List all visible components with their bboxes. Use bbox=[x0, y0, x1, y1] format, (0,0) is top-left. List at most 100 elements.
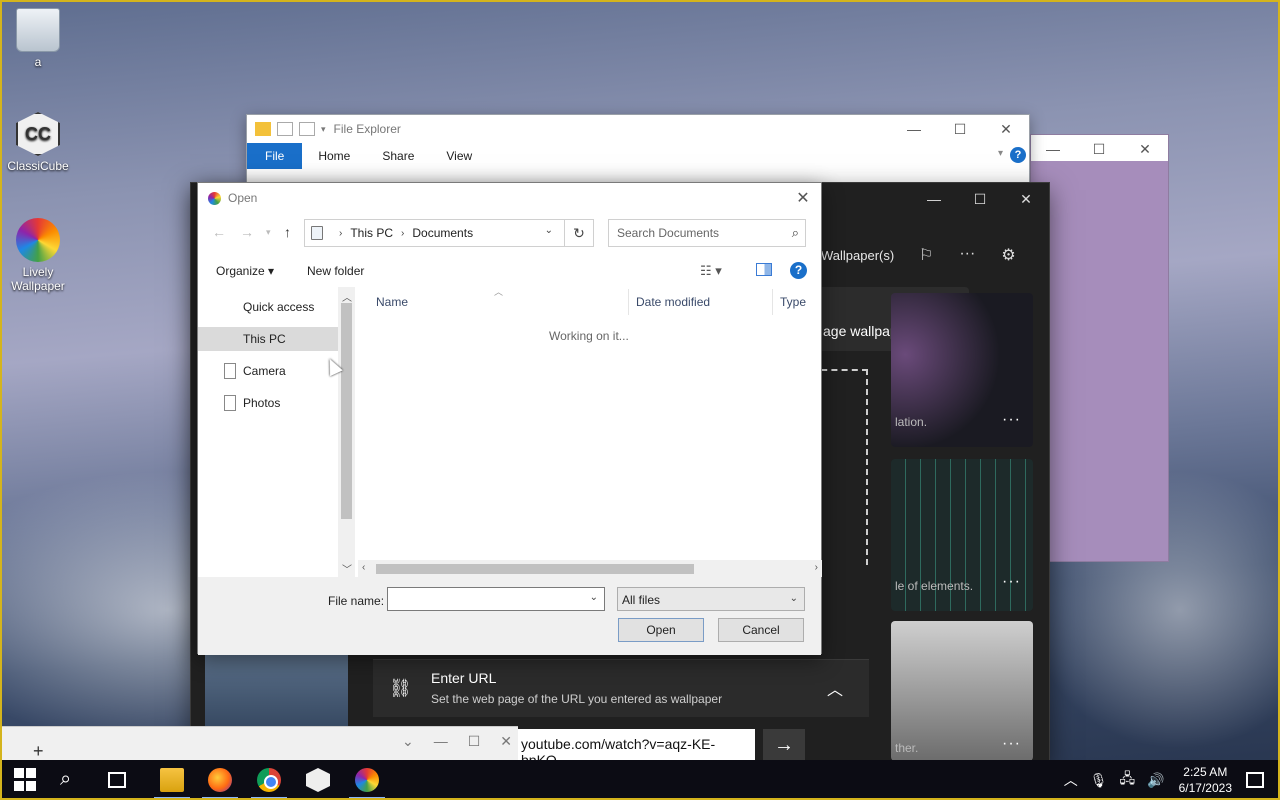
speaker-icon[interactable]: 🔊 bbox=[1147, 772, 1164, 789]
chevron-down-icon[interactable]: ⌄ bbox=[590, 592, 598, 603]
nav-item-photos[interactable]: Photos bbox=[198, 391, 338, 415]
close-icon[interactable]: ✕ bbox=[1122, 135, 1168, 163]
file-explorer-icon[interactable] bbox=[160, 768, 184, 792]
organize-button[interactable]: Organize ▾ bbox=[216, 264, 274, 278]
more-icon[interactable]: ··· bbox=[1002, 735, 1021, 753]
chevron-down-icon[interactable]: ⌄ bbox=[545, 225, 553, 236]
chevron-right-icon[interactable]: › bbox=[401, 228, 404, 239]
desktop-icon-lively-wallpaper[interactable]: Lively Wallpaper bbox=[2, 218, 74, 293]
refresh-button[interactable]: ↻ bbox=[564, 219, 594, 247]
clock[interactable]: 2:25 AM 6/17/2023 bbox=[1179, 764, 1232, 796]
new-folder-button[interactable]: New folder bbox=[307, 264, 364, 278]
file-name-input[interactable]: ⌄ bbox=[387, 587, 605, 611]
minimize-icon[interactable]: — bbox=[891, 115, 937, 143]
column-header-name[interactable]: Name bbox=[376, 295, 408, 309]
new-tab-button[interactable]: + bbox=[33, 741, 44, 762]
file-type-select[interactable]: All files ⌄ bbox=[617, 587, 805, 611]
new-folder-icon[interactable] bbox=[299, 122, 315, 136]
recent-chevron-icon[interactable]: ▾ bbox=[266, 227, 271, 238]
file-list[interactable]: ︿ Name Date modified Type Working on it.… bbox=[356, 287, 822, 577]
scroll-down-icon[interactable]: ﹀ bbox=[342, 561, 352, 576]
close-icon[interactable]: ✕ bbox=[983, 115, 1029, 143]
chevron-right-icon[interactable]: › bbox=[339, 228, 342, 239]
open-dialog[interactable]: Open ✕ ← → ▾ ↑ › This PC › Documents ⌄ ↻… bbox=[197, 182, 822, 655]
chevron-down-icon[interactable]: ⌄ bbox=[790, 593, 798, 604]
minimize-icon[interactable]: — bbox=[1030, 135, 1076, 163]
column-divider[interactable] bbox=[772, 289, 773, 315]
up-arrow-icon[interactable]: ↑ bbox=[284, 224, 291, 240]
tab-home[interactable]: Home bbox=[302, 143, 366, 169]
search-icon[interactable]: ⌕ bbox=[60, 768, 84, 792]
notifications-icon[interactable] bbox=[1246, 772, 1264, 788]
search-input[interactable]: Search Documents ⌕ bbox=[608, 219, 806, 247]
open-button[interactable]: Open bbox=[618, 618, 704, 642]
wallpaper-card[interactable]: ther. ··· bbox=[891, 621, 1033, 761]
scroll-up-icon[interactable]: ︿ bbox=[342, 289, 352, 304]
forward-arrow-icon[interactable]: → bbox=[240, 224, 254, 240]
classicube-icon[interactable] bbox=[306, 768, 330, 792]
scroll-right-icon[interactable]: › bbox=[815, 562, 818, 573]
breadcrumb-this-pc[interactable]: This PC bbox=[350, 226, 393, 240]
cancel-button[interactable]: Cancel bbox=[718, 618, 804, 642]
desktop-icon-recycle-bin[interactable]: a bbox=[2, 8, 74, 69]
scroll-left-icon[interactable]: ‹ bbox=[362, 562, 365, 573]
more-icon[interactable]: ··· bbox=[1002, 573, 1021, 591]
tab-share[interactable]: Share bbox=[366, 143, 430, 169]
preview-pane-icon[interactable] bbox=[756, 263, 772, 276]
chevron-up-icon[interactable]: ︿ bbox=[1064, 770, 1078, 790]
maximize-icon[interactable]: ☐ bbox=[957, 183, 1003, 215]
nav-item-this-pc[interactable]: This PC bbox=[198, 327, 338, 351]
file-explorer-window[interactable]: ▾ File Explorer — ☐ ✕ File Home Share Vi… bbox=[246, 114, 1030, 184]
nav-pane-scrollbar[interactable]: ︿ ﹀ bbox=[338, 287, 355, 577]
nav-item-quick-access[interactable]: Quick access bbox=[198, 295, 338, 319]
tab-file[interactable]: File bbox=[247, 143, 303, 169]
close-icon[interactable]: ✕ bbox=[1003, 183, 1049, 215]
dialog-titlebar[interactable]: Open ✕ bbox=[198, 183, 821, 213]
wallpaper-card[interactable]: le of elements. ··· bbox=[891, 459, 1033, 611]
column-divider[interactable] bbox=[628, 289, 629, 315]
firefox-icon[interactable] bbox=[208, 768, 232, 792]
task-view-icon[interactable] bbox=[108, 772, 126, 788]
enter-url-section[interactable]: ⛓ Enter URL Set the web page of the URL … bbox=[373, 659, 869, 717]
close-icon[interactable]: ✕ bbox=[500, 733, 512, 750]
help-icon[interactable]: ? bbox=[1010, 147, 1026, 163]
file-explorer-titlebar[interactable]: ▾ File Explorer — ☐ ✕ bbox=[247, 115, 1029, 143]
tab-view[interactable]: View bbox=[430, 143, 488, 169]
close-icon[interactable]: ✕ bbox=[793, 188, 813, 208]
view-options-icon[interactable]: ☷ ▾ bbox=[700, 263, 722, 279]
url-input[interactable]: youtube.com/watch?v=aqz-KE-bpKQ bbox=[515, 729, 755, 768]
properties-icon[interactable] bbox=[277, 122, 293, 136]
gear-icon[interactable]: ⚙ bbox=[1001, 245, 1015, 265]
minimize-icon[interactable]: — bbox=[434, 733, 448, 750]
chrome-icon[interactable] bbox=[257, 768, 281, 792]
browser-window[interactable]: + ⌄ — ☐ ✕ bbox=[0, 726, 518, 762]
background-window[interactable]: — ☐ ✕ bbox=[1030, 134, 1169, 562]
background-window-titlebar[interactable]: — ☐ ✕ bbox=[1031, 135, 1168, 161]
back-arrow-icon[interactable]: ← bbox=[212, 224, 226, 240]
chevron-up-icon[interactable]: ︿ bbox=[827, 676, 843, 700]
chevron-down-icon[interactable]: ⌄ bbox=[402, 733, 414, 750]
search-icon[interactable]: ⌕ bbox=[792, 225, 799, 241]
address-bar[interactable]: › This PC › Documents ⌄ bbox=[304, 219, 594, 247]
chevron-down-icon[interactable]: ▾ bbox=[321, 124, 326, 135]
maximize-icon[interactable]: ☐ bbox=[468, 733, 481, 750]
arrow-right-icon[interactable]: → bbox=[763, 729, 805, 761]
column-header-type[interactable]: Type bbox=[780, 295, 806, 309]
minimize-icon[interactable]: — bbox=[911, 183, 957, 215]
lively-wallpaper-icon[interactable] bbox=[355, 768, 379, 792]
more-icon[interactable]: ··· bbox=[1002, 411, 1021, 429]
wallpaper-card[interactable]: lation. ··· bbox=[891, 293, 1033, 447]
flag-icon[interactable]: ⚐ bbox=[919, 245, 933, 265]
help-icon[interactable]: ? bbox=[790, 262, 807, 279]
wallpapers-nav[interactable]: Wallpaper(s) bbox=[821, 248, 894, 263]
microphone-icon[interactable]: 🎙 bbox=[1090, 772, 1108, 789]
chevron-down-icon[interactable]: ▾ bbox=[998, 148, 1003, 159]
maximize-icon[interactable]: ☐ bbox=[937, 115, 983, 143]
more-icon[interactable]: ··· bbox=[959, 245, 975, 265]
column-header-date-modified[interactable]: Date modified bbox=[636, 295, 710, 309]
network-icon[interactable]: 🖧 bbox=[1120, 768, 1136, 792]
desktop-icon-classicube[interactable]: CC ClassiCube bbox=[2, 112, 74, 173]
scrollbar-thumb[interactable] bbox=[376, 564, 694, 574]
windows-start-icon[interactable] bbox=[14, 768, 38, 792]
maximize-icon[interactable]: ☐ bbox=[1076, 135, 1122, 163]
